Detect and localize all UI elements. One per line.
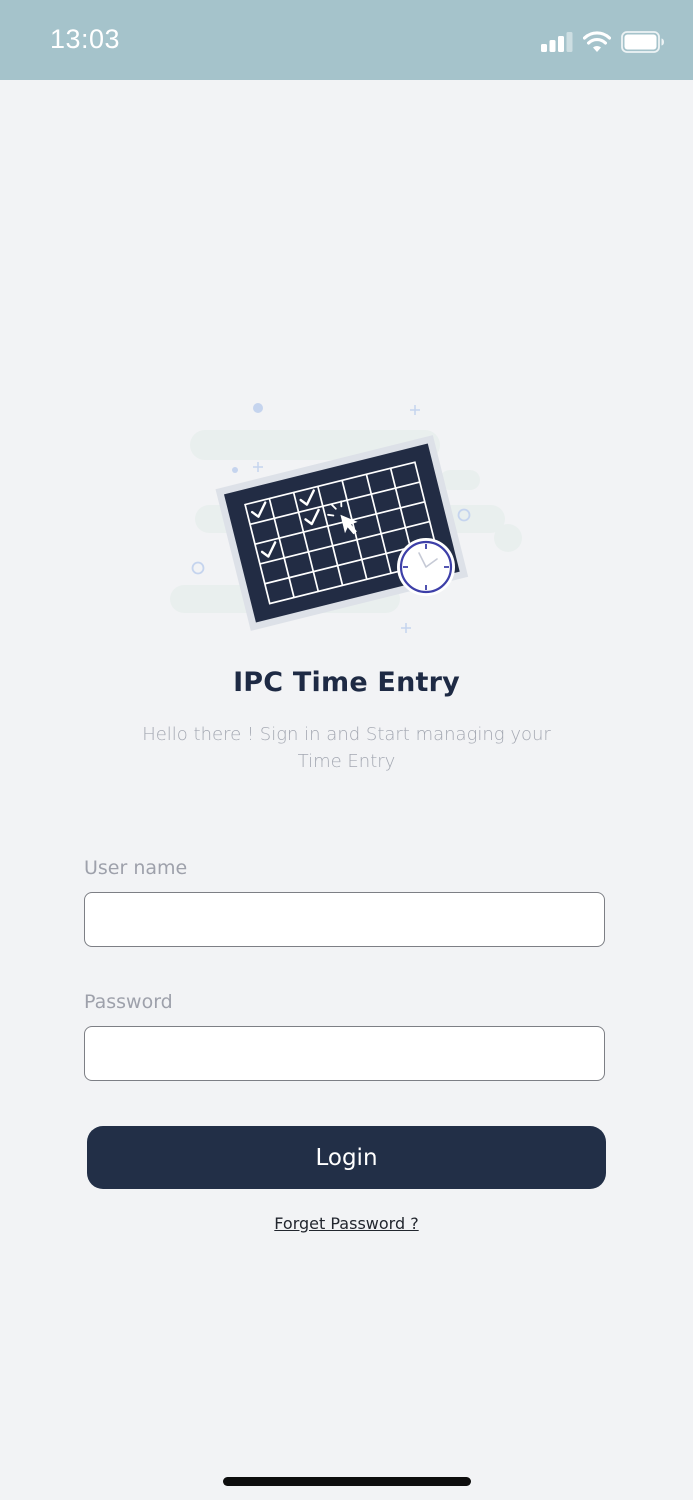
- signal-icon: [541, 32, 573, 52]
- status-time: 13:03: [50, 24, 121, 54]
- home-indicator[interactable]: [223, 1477, 471, 1486]
- forgot-password-link[interactable]: Forget Password ?: [274, 1214, 418, 1233]
- calendar-board: [215, 435, 469, 631]
- password-label: Password: [84, 991, 173, 1013]
- username-label: User name: [84, 857, 188, 879]
- status-bar: 13:03: [0, 0, 693, 80]
- battery-icon: [621, 31, 664, 53]
- app-title: IPC Time Entry: [233, 667, 460, 698]
- username-input[interactable]: [84, 892, 605, 947]
- status-icons: [541, 28, 665, 56]
- calendar-illustration: [170, 403, 522, 633]
- app-subtitle: Hello there ! Sign in and Start managing…: [142, 724, 551, 772]
- wifi-icon: [583, 31, 611, 52]
- login-button[interactable]: Login: [87, 1126, 606, 1189]
- forgot-password-container: Forget Password ?: [0, 1214, 693, 1233]
- password-input[interactable]: [84, 1026, 605, 1081]
- clock-icon: [397, 538, 455, 596]
